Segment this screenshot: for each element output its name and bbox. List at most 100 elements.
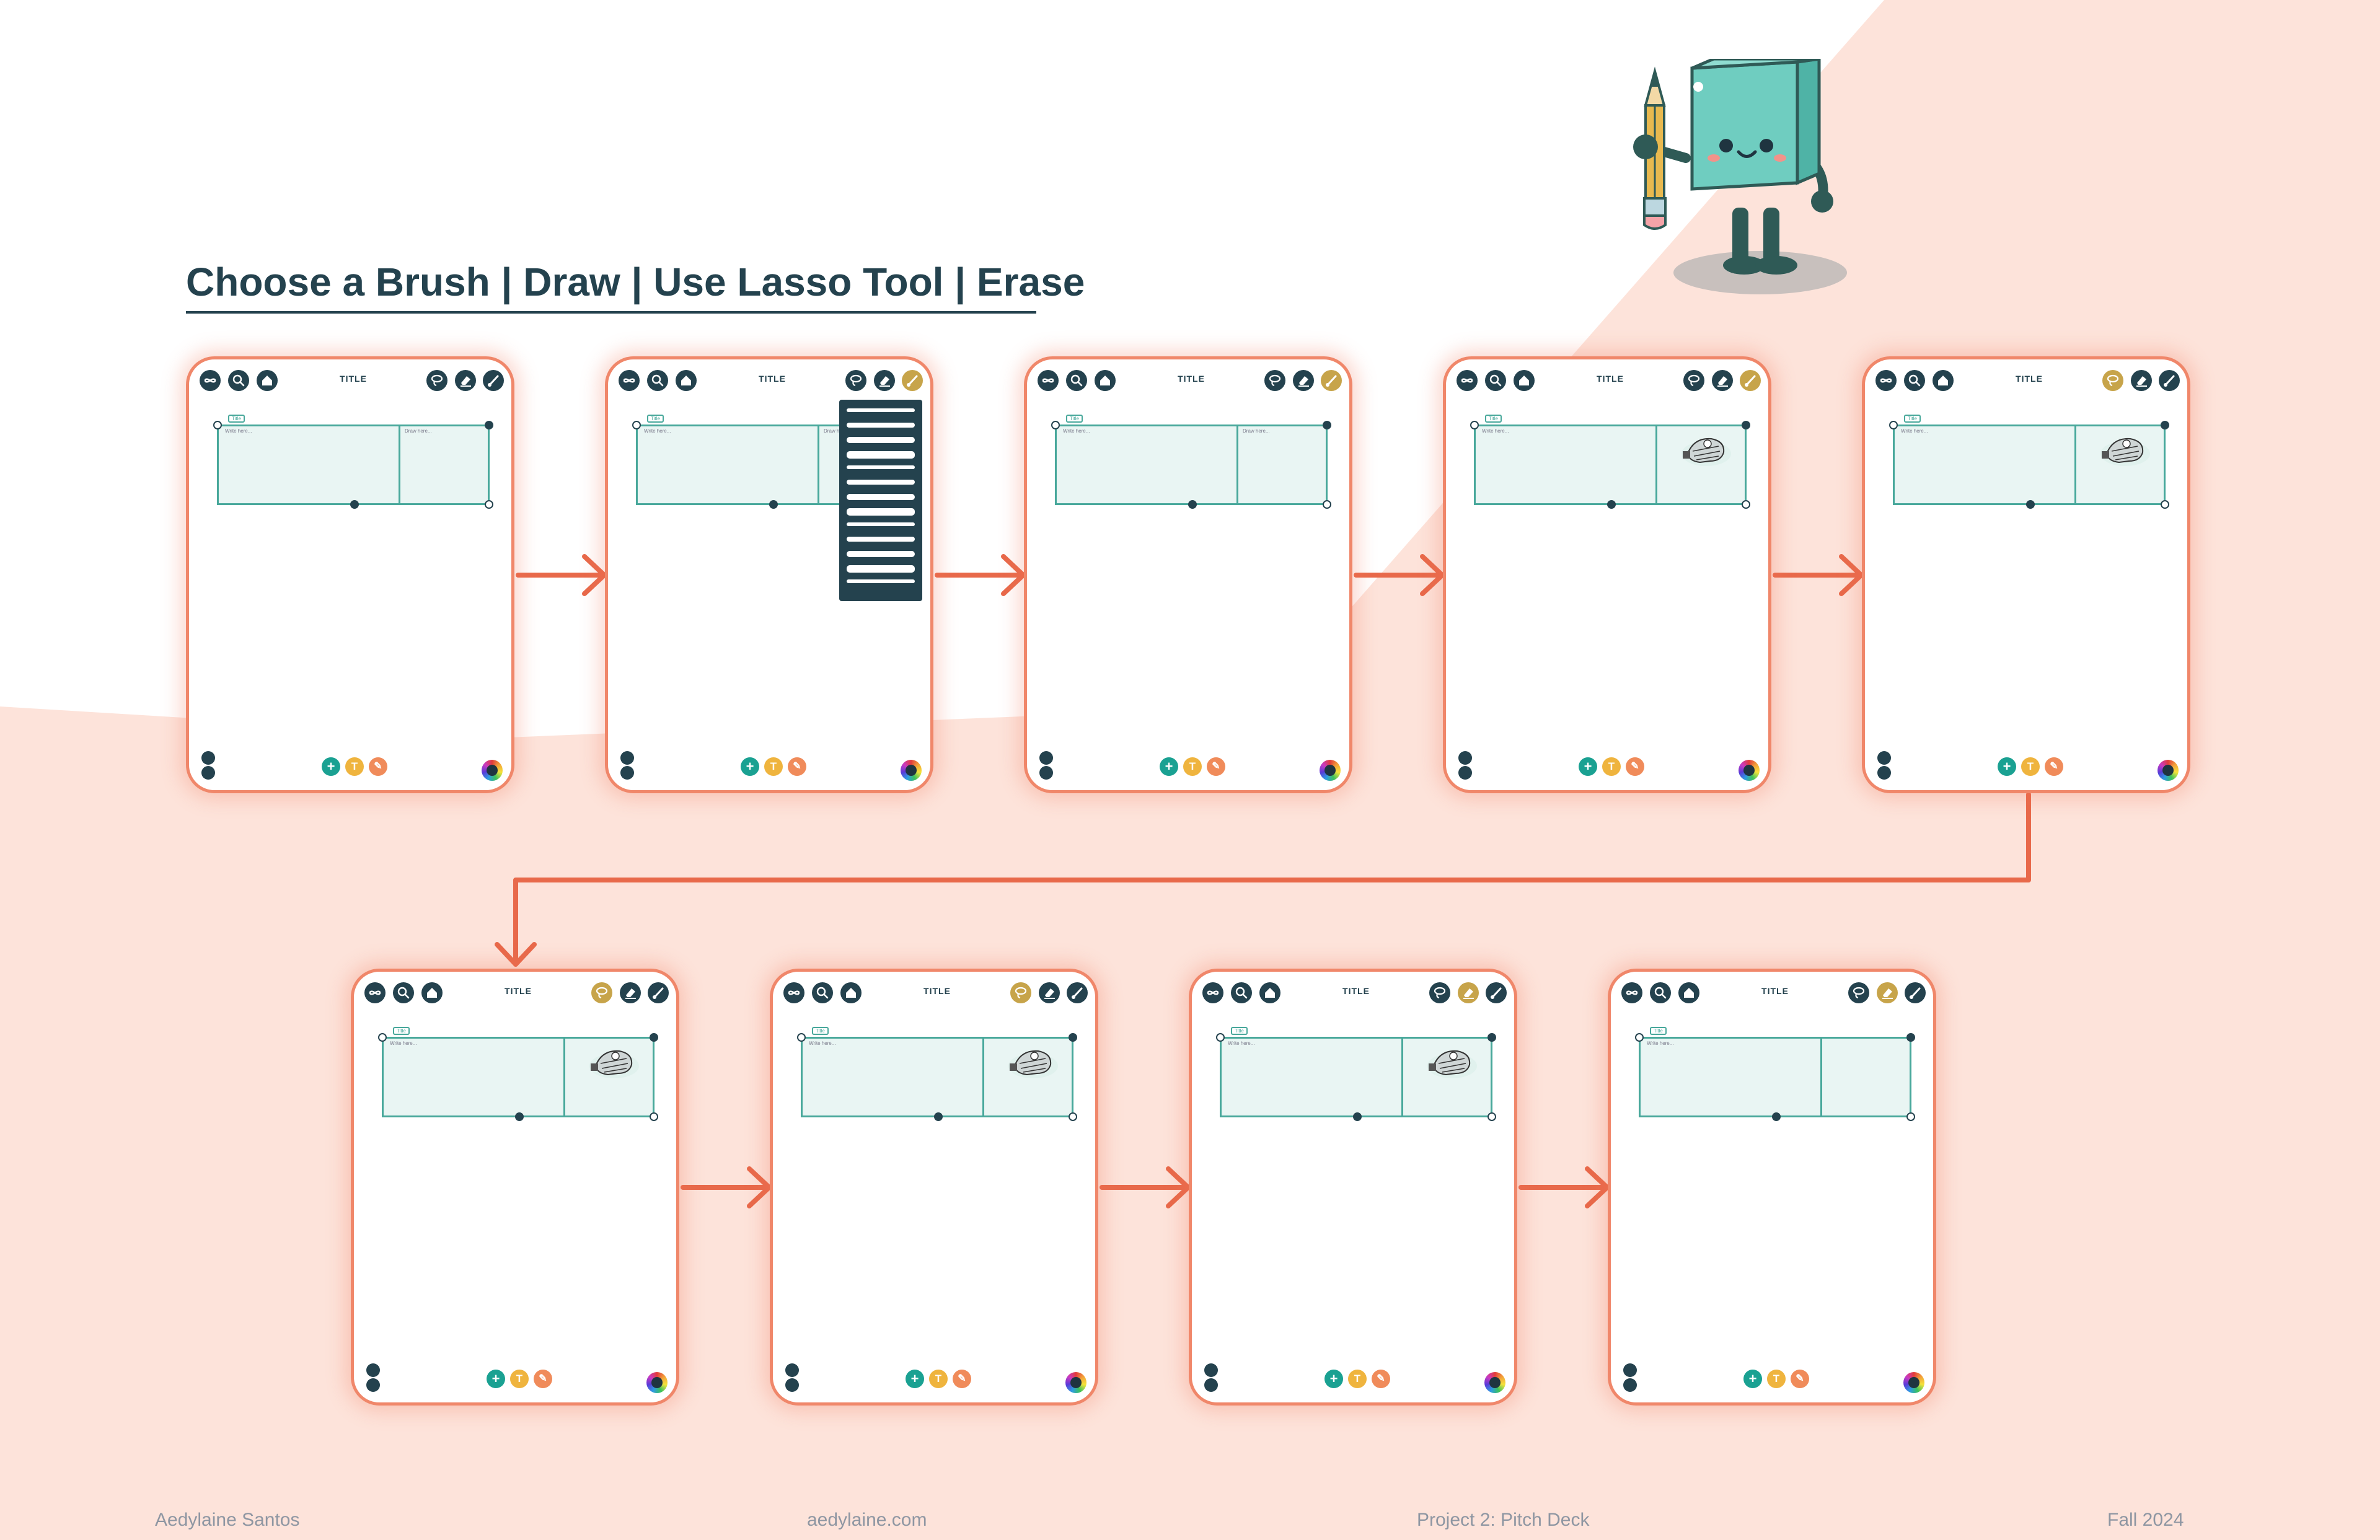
pen-icon[interactable]: ✎	[953, 1370, 971, 1388]
lightbulb-sketch[interactable]	[583, 1042, 645, 1083]
info-handle[interactable]	[350, 500, 359, 509]
storyboard-frame[interactable]: Title Write here...	[1470, 415, 1750, 509]
brush-option[interactable]	[847, 579, 915, 583]
write-area[interactable]: Write here...	[1063, 428, 1090, 434]
move-handle[interactable]	[797, 1033, 806, 1042]
plus-icon[interactable]: +	[487, 1370, 505, 1388]
text-icon[interactable]: T	[2021, 757, 2040, 776]
eraser-button[interactable]	[2131, 370, 2152, 391]
color-wheel-icon[interactable]	[1320, 760, 1341, 781]
text-icon[interactable]: T	[764, 757, 783, 776]
eraser-button[interactable]	[455, 370, 476, 391]
text-icon[interactable]: T	[345, 757, 364, 776]
plus-icon[interactable]: +	[906, 1370, 924, 1388]
frame-title-tag[interactable]: Title	[1066, 415, 1083, 423]
redo-icon[interactable]	[201, 766, 215, 780]
color-wheel-icon[interactable]	[901, 760, 922, 781]
text-icon[interactable]: T	[510, 1370, 529, 1388]
storyboard-frame[interactable]: Title Write here...	[1635, 1027, 1915, 1121]
move-handle[interactable]	[632, 421, 641, 429]
search-button[interactable]	[812, 982, 833, 1003]
pen-icon[interactable]: ✎	[788, 757, 806, 776]
redo-icon[interactable]	[785, 1378, 799, 1392]
info-handle[interactable]	[934, 1112, 943, 1121]
brush-option[interactable]	[847, 522, 915, 526]
close-handle[interactable]	[650, 1033, 658, 1042]
close-handle[interactable]	[1742, 421, 1750, 429]
write-area[interactable]: Write here...	[644, 428, 671, 434]
draw-area[interactable]: Draw here...	[405, 428, 432, 434]
redo-icon[interactable]	[620, 766, 634, 780]
undo-icon[interactable]	[785, 1363, 799, 1377]
pen-icon[interactable]: ✎	[534, 1370, 552, 1388]
search-button[interactable]	[1904, 370, 1925, 391]
home-button[interactable]	[676, 370, 697, 391]
resize-handle[interactable]	[485, 500, 493, 509]
redo-icon[interactable]	[1458, 766, 1472, 780]
home-button[interactable]	[1259, 982, 1280, 1003]
move-handle[interactable]	[1635, 1033, 1644, 1042]
undo-icon[interactable]	[1039, 751, 1053, 765]
home-button[interactable]	[840, 982, 862, 1003]
storyboard-frame[interactable]: Title Write here...	[378, 1027, 658, 1121]
color-wheel-icon[interactable]	[2157, 760, 2179, 781]
storyboard-frame[interactable]: Title Write here...	[1216, 1027, 1496, 1121]
infinity-button[interactable]	[783, 982, 804, 1003]
lightbulb-sketch[interactable]	[1421, 1042, 1483, 1083]
undo-icon[interactable]	[1623, 1363, 1637, 1377]
color-wheel-icon[interactable]	[1065, 1372, 1086, 1393]
write-area[interactable]: Write here...	[1482, 428, 1509, 434]
info-handle[interactable]	[1353, 1112, 1362, 1121]
color-wheel-icon[interactable]	[482, 760, 503, 781]
brush-option[interactable]	[847, 551, 915, 557]
draw-area[interactable]: Draw here...	[1243, 428, 1270, 434]
frame-title-tag[interactable]: Title	[647, 415, 664, 423]
infinity-button[interactable]	[364, 982, 386, 1003]
move-handle[interactable]	[1889, 421, 1898, 429]
pen-icon[interactable]: ✎	[1626, 757, 1644, 776]
brush-button[interactable]	[483, 370, 504, 391]
brush-button[interactable]	[2159, 370, 2180, 391]
infinity-button[interactable]	[200, 370, 221, 391]
search-button[interactable]	[1066, 370, 1087, 391]
write-area[interactable]: Write here...	[1228, 1041, 1254, 1046]
undo-icon[interactable]	[620, 751, 634, 765]
frame-title-tag[interactable]: Title	[1485, 415, 1502, 423]
lasso-button[interactable]	[1264, 370, 1285, 391]
undo-icon[interactable]	[1204, 1363, 1218, 1377]
infinity-button[interactable]	[1875, 370, 1897, 391]
resize-handle[interactable]	[1069, 1112, 1077, 1121]
redo-icon[interactable]	[1877, 766, 1891, 780]
search-button[interactable]	[647, 370, 668, 391]
move-handle[interactable]	[213, 421, 222, 429]
brush-option[interactable]	[847, 480, 915, 485]
lightbulb-sketch[interactable]	[2094, 430, 2156, 471]
info-handle[interactable]	[1188, 500, 1197, 509]
move-handle[interactable]	[1051, 421, 1060, 429]
write-area[interactable]: Write here...	[1901, 428, 1928, 434]
home-button[interactable]	[257, 370, 278, 391]
brush-button[interactable]	[1321, 370, 1342, 391]
frame-title-tag[interactable]: Title	[1650, 1027, 1667, 1035]
plus-icon[interactable]: +	[322, 757, 340, 776]
search-button[interactable]	[1650, 982, 1671, 1003]
eraser-button[interactable]	[1458, 982, 1479, 1003]
close-handle[interactable]	[485, 421, 493, 429]
text-icon[interactable]: T	[1348, 1370, 1367, 1388]
pen-icon[interactable]: ✎	[2045, 757, 2063, 776]
lightbulb-sketch[interactable]	[1675, 430, 1737, 471]
eraser-button[interactable]	[1293, 370, 1314, 391]
redo-icon[interactable]	[1623, 1378, 1637, 1392]
frame-title-tag[interactable]: Title	[1904, 415, 1921, 423]
eraser-button[interactable]	[1877, 982, 1898, 1003]
brush-button[interactable]	[1905, 982, 1926, 1003]
write-area[interactable]: Write here...	[390, 1041, 416, 1046]
lasso-button[interactable]	[1010, 982, 1031, 1003]
storyboard-frame[interactable]: Title Write here... Draw here...	[213, 415, 493, 509]
home-button[interactable]	[1514, 370, 1535, 391]
color-wheel-icon[interactable]	[1739, 760, 1760, 781]
info-handle[interactable]	[2026, 500, 2035, 509]
resize-handle[interactable]	[650, 1112, 658, 1121]
infinity-button[interactable]	[1202, 982, 1223, 1003]
brush-option[interactable]	[847, 423, 915, 428]
